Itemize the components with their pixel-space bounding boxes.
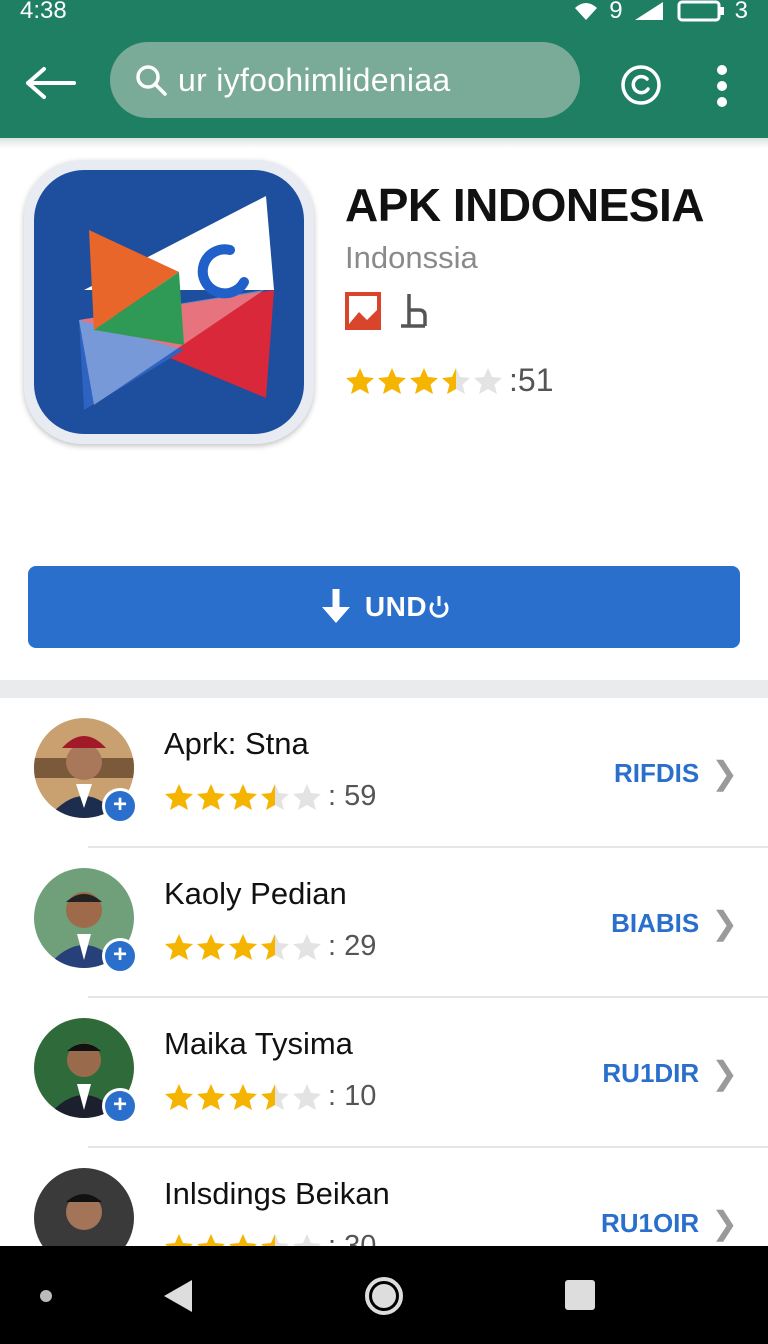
list-item-stars [164,932,322,962]
list-item[interactable]: + Kaoly Pedian : 29 BIABIS ❯ [0,848,768,998]
status-right-text: 9 [609,0,623,24]
list-item[interactable]: + Maika Tysima : 10 RU1DIR ❯ [0,998,768,1148]
chevron-right-icon: ❯ [711,755,738,791]
download-icon [321,589,350,623]
list-item[interactable]: + Aprk: Stna : 59 RIFDIS ❯ [0,698,768,848]
status-time: 4:38 [20,0,67,24]
star-icon [261,933,289,960]
list-item-stars [164,1082,322,1112]
add-badge[interactable]: + [102,938,138,974]
star-icon [165,933,193,960]
star-icon [293,933,321,960]
star-icon [293,783,321,810]
chevron-right-icon: ❯ [711,1205,738,1241]
app-title: APK INDONESIA [345,179,704,231]
star-icon [197,933,225,960]
list-item-rating-count: : 29 [328,930,377,962]
list-item-action-label: RU1DIR [602,1057,700,1088]
status-icons: 9 3 [573,0,748,25]
image-badge-icon [345,292,381,330]
refresh-icon[interactable] [620,64,662,106]
nav-home-icon[interactable] [364,1276,404,1316]
list-item-action[interactable]: BIABIS ❯ [611,904,738,942]
chevron-right-icon: ❯ [711,1055,738,1091]
star-icon [410,367,438,394]
app-rating: :51 [345,362,553,399]
section-separator [0,680,768,698]
list-item-name: Aprk: Stna [164,726,309,761]
list-item-name: Maika Tysima [164,1026,353,1061]
star-icon [293,1083,321,1110]
star-icon [197,783,225,810]
star-icon [474,367,502,394]
list-item-rating-count: : 10 [328,1080,377,1112]
app-badges [345,292,429,330]
list-item-action-label: BIABIS [611,907,700,938]
star-icon [442,367,470,394]
app-bar: ur iyfoohimlideniaa [0,26,768,138]
battery-text: 3 [734,0,748,24]
power-glyph-icon [429,596,449,618]
back-arrow-icon[interactable] [24,66,76,100]
star-icon [261,783,289,810]
install-button[interactable]: UND [28,566,740,648]
wifi-icon [575,3,598,20]
system-nav-bar [0,1246,768,1344]
star-icon [229,1083,257,1110]
star-icon [378,367,406,394]
app-icon [24,160,314,444]
nav-dot-icon [40,1290,52,1302]
list-item-rating-count: : 59 [328,780,377,812]
battery-icon [677,0,724,22]
star-icon [229,783,257,810]
star-icon [229,933,257,960]
list-item-action[interactable]: RU1DIR ❯ [602,1054,738,1092]
star-icon [346,367,374,394]
list-item-name: Kaoly Pedian [164,876,347,911]
app-logo-graphic [79,196,274,410]
list-item-action-label: RU1OIR [600,1207,700,1238]
search-icon [136,65,167,96]
list-item-rating: : 59 [164,780,376,813]
star-icon [261,1083,289,1110]
app-developer[interactable]: Indonssia [345,240,478,276]
star-icon [165,1083,193,1110]
add-badge[interactable]: + [102,788,138,824]
install-label: UND [364,591,428,622]
related-list: + Aprk: Stna : 59 RIFDIS ❯ + Kaoly Pedia… [0,698,768,1298]
chevron-right-icon: ❯ [711,905,738,941]
list-item-action[interactable]: RU1OIR ❯ [601,1204,738,1242]
list-item-action-label: RIFDIS [613,757,700,788]
search-text: ur iyfoohimlideniaa [178,61,451,98]
list-item-stars [164,782,322,812]
app-star-rating [345,366,503,396]
add-badge[interactable]: + [102,1088,138,1124]
nav-recents-icon[interactable] [565,1280,595,1310]
more-options-icon[interactable] [716,64,728,108]
rating-badge-icon [401,294,427,328]
search-field[interactable]: ur iyfoohimlideniaa [110,42,580,118]
list-item-name: Inlsdings Beikan [164,1176,390,1211]
status-bar: 4:38 9 3 [0,0,768,26]
star-icon [165,783,193,810]
nav-back-icon[interactable] [160,1278,196,1314]
list-item-action[interactable]: RIFDIS ❯ [614,754,738,792]
app-bar-shadow [0,138,768,148]
list-item-rating: : 10 [164,1080,376,1113]
list-item-rating: : 29 [164,930,376,963]
signal-icon [634,2,663,20]
star-icon [197,1083,225,1110]
app-rating-count: :51 [509,362,554,398]
